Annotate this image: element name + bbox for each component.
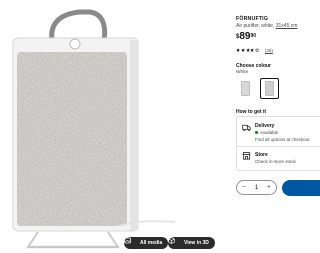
star-filled-icon <box>240 48 245 53</box>
product-image-gallery[interactable]: All media View in 3D <box>0 0 228 253</box>
availability-box: Delivery Available Find all options at c… <box>236 116 320 171</box>
product-info-panel: FÖRNUFTIG Air purifier, white, 31x45 cm … <box>236 0 320 253</box>
increase-quantity-button[interactable]: + <box>267 184 271 191</box>
selected-colour: White <box>236 69 249 75</box>
choose-colour-label: Choose colour <box>236 63 272 69</box>
available-dot-icon <box>255 131 258 134</box>
colour-swatch-grey[interactable] <box>236 78 255 99</box>
star-filled-icon <box>236 48 240 53</box>
quantity-value[interactable]: 1 <box>255 185 258 191</box>
delivery-status: Available <box>255 130 278 135</box>
review-count[interactable]: (26) <box>265 48 273 53</box>
store-icon <box>242 151 251 160</box>
rating[interactable]: (26) <box>236 48 273 53</box>
product-price: $ 89 90 <box>236 32 256 42</box>
check-store-stock-link[interactable]: Check in-store stock <box>255 159 296 164</box>
all-media-label: All media <box>140 240 163 246</box>
add-to-bag-button[interactable] <box>282 180 320 196</box>
price-integer: 89 <box>239 31 251 42</box>
truck-icon <box>242 124 251 131</box>
swatch-thumbnail <box>241 81 250 96</box>
product-name: FÖRNUFTIG <box>236 16 269 22</box>
view-in-3d-button[interactable]: View in 3D <box>168 237 215 249</box>
view-in-3d-label: View in 3D <box>184 240 209 246</box>
quantity-stepper: − 1 + <box>236 180 277 195</box>
swatch-thumbnail <box>265 81 274 96</box>
colour-swatch-white[interactable] <box>260 78 279 99</box>
delivery-status-text: Available <box>260 130 279 135</box>
product-type: Air purifier, white, <box>236 22 276 29</box>
delivery-options-link[interactable]: Find all options at checkout <box>255 137 310 142</box>
decrease-quantity-button[interactable]: − <box>242 184 246 191</box>
star-filled-icon <box>245 48 250 53</box>
price-decimals: 90 <box>250 33 257 39</box>
product-description: Air purifier, white, 31x45 cm <box>236 23 297 29</box>
star-empty-icon <box>255 48 260 53</box>
gallery-icon <box>124 237 137 247</box>
air-purifier-photo <box>12 9 176 249</box>
delivery-title: Delivery <box>255 123 275 129</box>
star-filled-icon <box>250 48 255 53</box>
divider <box>237 146 320 147</box>
size-link[interactable]: 31x45 cm <box>276 23 298 29</box>
cube-3d-icon <box>168 237 181 247</box>
store-title: Store <box>255 152 268 158</box>
all-media-button[interactable]: All media <box>124 237 169 249</box>
how-to-get-it-heading: How to get it <box>236 109 266 115</box>
